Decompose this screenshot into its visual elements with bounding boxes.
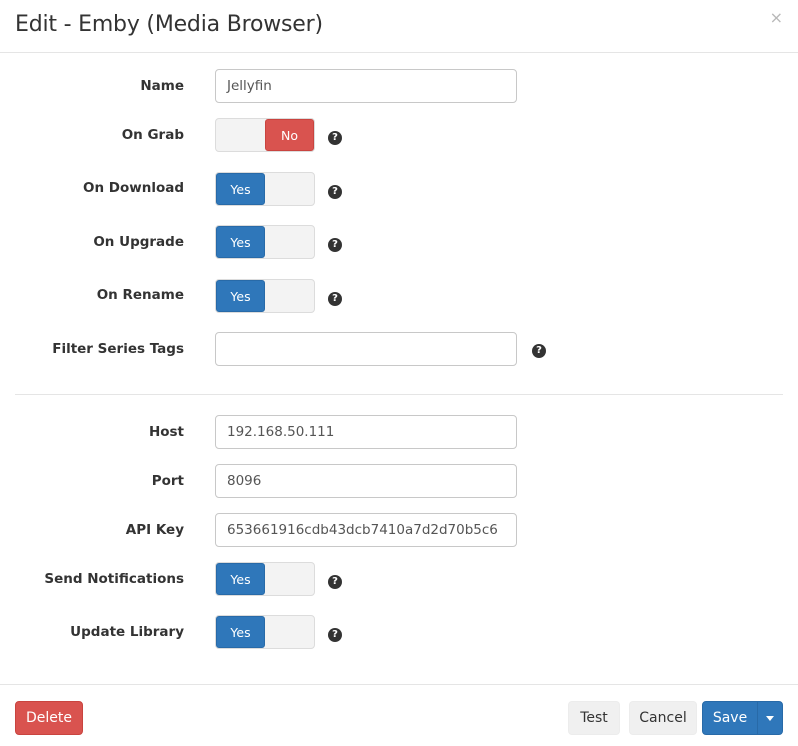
question-circle-icon[interactable]: ? [328, 628, 342, 642]
send-notifications-label: Send Notifications [44, 571, 184, 587]
update-library-toggle-state: Yes [216, 616, 265, 648]
port-label: Port [151, 473, 184, 489]
name-label: Name [140, 78, 184, 94]
api-key-input[interactable]: 653661916cdb43dcb7410a7d2d70b5c6 [215, 513, 517, 547]
on-upgrade-label: On Upgrade [93, 234, 184, 250]
port-input[interactable]: 8096 [215, 464, 517, 498]
question-circle-icon[interactable]: ? [532, 344, 546, 358]
on-download-toggle-state: Yes [216, 173, 265, 205]
on-upgrade-toggle-state: Yes [216, 226, 265, 258]
api-key-label: API Key [125, 522, 184, 538]
save-button[interactable]: Save [702, 701, 758, 735]
question-circle-icon[interactable]: ? [328, 238, 342, 252]
question-circle-icon[interactable]: ? [328, 292, 342, 306]
cancel-button[interactable]: Cancel [629, 701, 697, 735]
on-grab-toggle[interactable]: No [215, 118, 315, 152]
send-notifications-toggle[interactable]: Yes [215, 562, 315, 596]
modal-footer: Delete Test Cancel Save [0, 684, 798, 746]
on-grab-label: On Grab [121, 127, 184, 143]
section-divider [15, 394, 783, 395]
host-label: Host [148, 424, 184, 440]
on-download-label: On Download [82, 180, 184, 196]
question-circle-icon[interactable]: ? [328, 131, 342, 145]
on-upgrade-toggle[interactable]: Yes [215, 225, 315, 259]
question-circle-icon[interactable]: ? [328, 185, 342, 199]
update-library-toggle[interactable]: Yes [215, 615, 315, 649]
update-library-label: Update Library [70, 624, 184, 640]
save-dropdown-button[interactable] [757, 701, 783, 735]
modal-header: Edit - Emby (Media Browser) × [0, 0, 798, 53]
test-button[interactable]: Test [568, 701, 620, 735]
host-input[interactable]: 192.168.50.111 [215, 415, 517, 449]
modal-title: Edit - Emby (Media Browser) [15, 12, 323, 37]
filter-series-tags-input[interactable] [215, 332, 517, 366]
close-icon[interactable]: × [770, 10, 783, 26]
name-input[interactable]: Jellyfin [215, 69, 517, 103]
on-rename-label: On Rename [96, 287, 184, 303]
on-grab-toggle-state: No [265, 119, 314, 151]
filter-series-tags-label: Filter Series Tags [52, 341, 184, 357]
caret-down-icon [766, 715, 774, 721]
question-circle-icon[interactable]: ? [328, 575, 342, 589]
on-rename-toggle-state: Yes [216, 280, 265, 312]
send-notifications-toggle-state: Yes [216, 563, 265, 595]
edit-connection-modal: Edit - Emby (Media Browser) × Name Jelly… [0, 0, 798, 746]
on-download-toggle[interactable]: Yes [215, 172, 315, 206]
delete-button[interactable]: Delete [15, 701, 83, 735]
on-rename-toggle[interactable]: Yes [215, 279, 315, 313]
